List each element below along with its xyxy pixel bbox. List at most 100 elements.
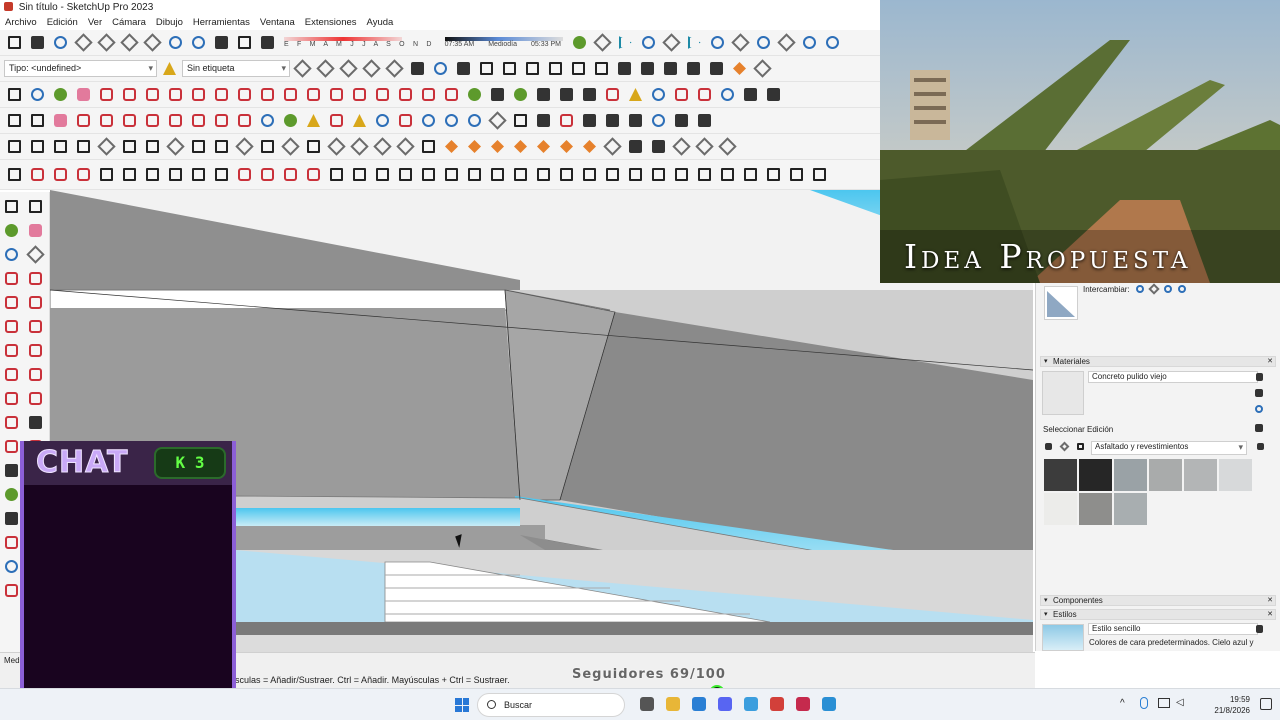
- flatten-icon[interactable]: [671, 136, 692, 157]
- panel-icon[interactable]: [165, 136, 186, 157]
- cross-icon[interactable]: [73, 164, 94, 185]
- pan-tool-icon[interactable]: [303, 110, 324, 131]
- curve-icon[interactable]: [4, 164, 25, 185]
- menu-archivo[interactable]: Archivo: [0, 15, 42, 30]
- left-tag-icon[interactable]: [25, 244, 46, 265]
- share-model-icon[interactable]: [707, 32, 728, 53]
- menu-ventana[interactable]: Ventana: [255, 15, 300, 30]
- acrobat-icon[interactable]: [796, 697, 810, 711]
- trim-icon[interactable]: [257, 164, 278, 185]
- section-plane-icon[interactable]: [614, 58, 635, 79]
- ext-last-icon[interactable]: [809, 164, 830, 185]
- quad-icon[interactable]: [671, 164, 692, 185]
- material-swatch[interactable]: [1149, 459, 1182, 491]
- wireframe-icon[interactable]: [453, 58, 474, 79]
- gear-orange-icon[interactable]: [441, 136, 462, 157]
- menu-extensiones[interactable]: Extensiones: [300, 15, 362, 30]
- opera-icon[interactable]: [770, 697, 784, 711]
- cube-edit-icon[interactable]: [326, 164, 347, 185]
- subdivide-icon[interactable]: [694, 164, 715, 185]
- solid-trim-icon[interactable]: [96, 136, 117, 157]
- rotate-icon[interactable]: [372, 84, 393, 105]
- wave-icon[interactable]: [395, 164, 416, 185]
- random-icon[interactable]: [763, 164, 784, 185]
- erase-selection-icon[interactable]: [142, 32, 163, 53]
- mesh-icon[interactable]: [418, 164, 439, 185]
- align-icon[interactable]: [142, 136, 163, 157]
- fillet-icon[interactable]: [50, 164, 71, 185]
- measure-tool-icon[interactable]: [280, 110, 301, 131]
- array-icon[interactable]: [786, 164, 807, 185]
- look-around-icon[interactable]: [763, 84, 784, 105]
- material-lock-icon[interactable]: [1252, 371, 1266, 383]
- hand-icon[interactable]: [349, 110, 370, 131]
- network-icon[interactable]: [1158, 698, 1170, 708]
- library-home-icon[interactable]: [1074, 440, 1086, 452]
- arc-2pt-icon[interactable]: [257, 84, 278, 105]
- select-arrow-2-icon[interactable]: [27, 110, 48, 131]
- left-pie-icon[interactable]: [25, 364, 46, 385]
- save-icon[interactable]: [50, 32, 71, 53]
- move-tool-icon[interactable]: [188, 110, 209, 131]
- material-swatch[interactable]: [1079, 493, 1112, 525]
- section-cut-icon[interactable]: [637, 58, 658, 79]
- style-name-field[interactable]: Estilo sencillo: [1088, 623, 1258, 635]
- rectangle-icon[interactable]: [142, 84, 163, 105]
- pie-icon[interactable]: [303, 84, 324, 105]
- undo-icon[interactable]: [165, 32, 186, 53]
- square-icon[interactable]: [591, 58, 612, 79]
- grass-icon[interactable]: [326, 136, 347, 157]
- cloud-icon[interactable]: [579, 136, 600, 157]
- stairs-icon[interactable]: [349, 136, 370, 157]
- left-arc2-icon[interactable]: [25, 340, 46, 361]
- material-swatch[interactable]: [1219, 459, 1252, 491]
- cloud-upload-icon[interactable]: [753, 32, 774, 53]
- left-rectangle-icon[interactable]: [1, 292, 22, 313]
- view-top-icon[interactable]: [315, 58, 336, 79]
- style-lock-icon[interactable]: [1252, 623, 1266, 635]
- solid-subtract-icon[interactable]: [73, 136, 94, 157]
- bezier-icon[interactable]: [510, 164, 531, 185]
- display-section-icon[interactable]: [683, 58, 704, 79]
- solid-split-icon[interactable]: [119, 136, 140, 157]
- close-components-icon[interactable]: ✕: [1267, 596, 1273, 605]
- select-arrow-icon[interactable]: [4, 84, 25, 105]
- text-icon[interactable]: [533, 84, 554, 105]
- left-arc-icon[interactable]: [1, 340, 22, 361]
- textured-icon[interactable]: [545, 58, 566, 79]
- view-back-icon[interactable]: [384, 58, 405, 79]
- spot-light-icon[interactable]: [510, 136, 531, 157]
- round-corner-icon[interactable]: [625, 164, 646, 185]
- grid-icon[interactable]: [372, 136, 393, 157]
- walk-icon[interactable]: [740, 84, 761, 105]
- hidden-line-icon[interactable]: [476, 58, 497, 79]
- left-move-icon[interactable]: [1, 388, 22, 409]
- drop-icon[interactable]: [648, 110, 669, 131]
- vehicle-icon[interactable]: [257, 136, 278, 157]
- swap-house-icon[interactable]: [1162, 283, 1174, 295]
- shaded-icon[interactable]: [522, 58, 543, 79]
- menu-camara[interactable]: Cámara: [107, 15, 151, 30]
- axes-icon[interactable]: [556, 84, 577, 105]
- push-tool-icon[interactable]: [142, 110, 163, 131]
- hatch-icon[interactable]: [694, 110, 715, 131]
- extension-icon-2[interactable]: [638, 32, 659, 53]
- plugin-orange-icon[interactable]: [729, 58, 750, 79]
- line-icon[interactable]: [96, 84, 117, 105]
- layer-icon[interactable]: [706, 58, 727, 79]
- create-material-icon[interactable]: [1252, 387, 1266, 399]
- tag-icon[interactable]: [592, 32, 613, 53]
- lamp-icon[interactable]: [464, 136, 485, 157]
- freehand-icon[interactable]: [119, 84, 140, 105]
- frame-icon[interactable]: [211, 136, 232, 157]
- left-pushpull-icon[interactable]: [25, 388, 46, 409]
- sample-paint-icon[interactable]: [1252, 422, 1266, 434]
- position-camera-icon[interactable]: [717, 84, 738, 105]
- open-folder-icon[interactable]: [27, 32, 48, 53]
- joint-icon[interactable]: [602, 164, 623, 185]
- clipboard-icon[interactable]: [418, 136, 439, 157]
- slice-icon[interactable]: [556, 164, 577, 185]
- arc-icon[interactable]: [234, 84, 255, 105]
- left-freehand-icon[interactable]: [25, 268, 46, 289]
- window-icon[interactable]: [188, 136, 209, 157]
